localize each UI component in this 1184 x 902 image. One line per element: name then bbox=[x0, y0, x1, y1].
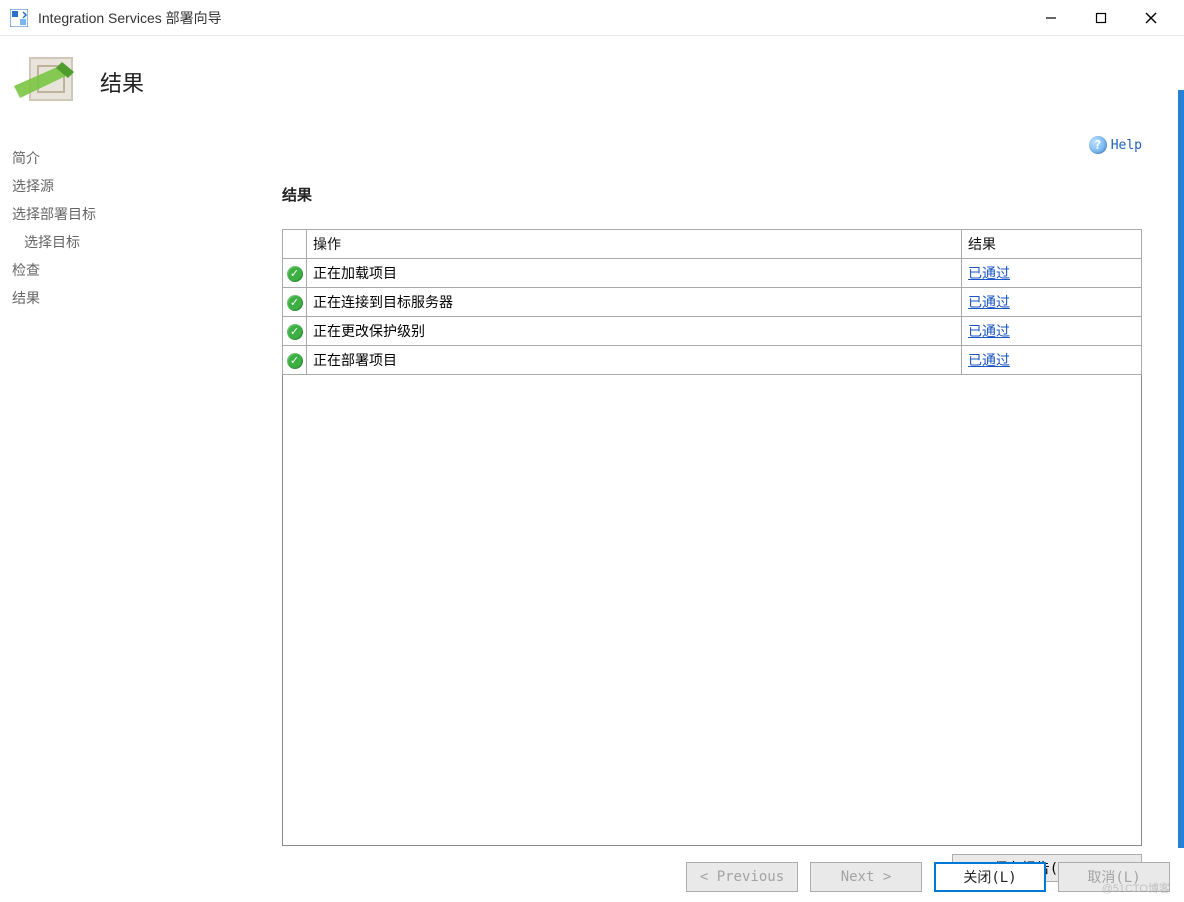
window-controls bbox=[1026, 2, 1176, 34]
minimize-button[interactable] bbox=[1026, 2, 1076, 34]
result-link[interactable]: 已通过 bbox=[968, 352, 1010, 368]
nav-intro[interactable]: 简介 bbox=[12, 144, 252, 172]
maximize-button[interactable] bbox=[1076, 2, 1126, 34]
action-cell: 正在部署项目 bbox=[307, 346, 962, 375]
column-header-result: 结果 bbox=[962, 230, 1142, 259]
results-table: 操作 结果 ✓ 正在加载项目 已通过 ✓ 正在连接到目标服务器 已通过 ✓ 正在… bbox=[282, 229, 1142, 375]
content-heading: 结果 bbox=[282, 184, 1142, 205]
close-button[interactable]: 关闭(L) bbox=[934, 862, 1046, 892]
result-link[interactable]: 已通过 bbox=[968, 265, 1010, 281]
nav-select-target[interactable]: 选择目标 bbox=[12, 228, 252, 256]
help-icon: ? bbox=[1089, 136, 1107, 154]
action-cell: 正在加载项目 bbox=[307, 259, 962, 288]
help-label: Help bbox=[1111, 138, 1142, 153]
next-button: Next > bbox=[810, 862, 922, 892]
wizard-footer: < Previous Next > 关闭(L) 取消(L) bbox=[686, 862, 1170, 892]
nav-review[interactable]: 检查 bbox=[12, 256, 252, 284]
success-icon: ✓ bbox=[287, 353, 303, 369]
table-row: ✓ 正在更改保护级别 已通过 bbox=[283, 317, 1142, 346]
titlebar: Integration Services 部署向导 bbox=[0, 0, 1184, 36]
success-icon: ✓ bbox=[287, 266, 303, 282]
wizard-sidebar: 简介 选择源 选择部署目标 选择目标 检查 结果 bbox=[0, 136, 260, 846]
action-cell: 正在更改保护级别 bbox=[307, 317, 962, 346]
action-cell: 正在连接到目标服务器 bbox=[307, 288, 962, 317]
wizard-body: 简介 选择源 选择部署目标 选择目标 检查 结果 ? Help 结果 操作 结果… bbox=[0, 136, 1184, 846]
success-icon: ✓ bbox=[287, 295, 303, 311]
cancel-button: 取消(L) bbox=[1058, 862, 1170, 892]
results-empty-area bbox=[282, 375, 1142, 846]
help-link[interactable]: ? Help bbox=[1089, 136, 1142, 154]
close-window-button[interactable] bbox=[1126, 2, 1176, 34]
success-icon: ✓ bbox=[287, 324, 303, 340]
column-header-action: 操作 bbox=[307, 230, 962, 259]
result-link[interactable]: 已通过 bbox=[968, 294, 1010, 310]
table-row: ✓ 正在部署项目 已通过 bbox=[283, 346, 1142, 375]
nav-results[interactable]: 结果 bbox=[12, 284, 252, 312]
table-row: ✓ 正在加载项目 已通过 bbox=[283, 259, 1142, 288]
column-header-status bbox=[283, 230, 307, 259]
app-icon bbox=[10, 9, 28, 27]
table-header-row: 操作 结果 bbox=[283, 230, 1142, 259]
table-row: ✓ 正在连接到目标服务器 已通过 bbox=[283, 288, 1142, 317]
wizard-content: ? Help 结果 操作 结果 ✓ 正在加载项目 已通过 ✓ bbox=[260, 136, 1184, 846]
result-link[interactable]: 已通过 bbox=[968, 323, 1010, 339]
window-title: Integration Services 部署向导 bbox=[38, 8, 1026, 28]
nav-select-source[interactable]: 选择源 bbox=[12, 172, 252, 200]
previous-button: < Previous bbox=[686, 862, 798, 892]
window-right-edge bbox=[1178, 90, 1184, 848]
wizard-header-title: 结果 bbox=[100, 66, 144, 98]
wizard-header-icon bbox=[14, 52, 82, 112]
nav-select-deploy-target[interactable]: 选择部署目标 bbox=[12, 200, 252, 228]
wizard-header: 结果 bbox=[0, 36, 1184, 136]
